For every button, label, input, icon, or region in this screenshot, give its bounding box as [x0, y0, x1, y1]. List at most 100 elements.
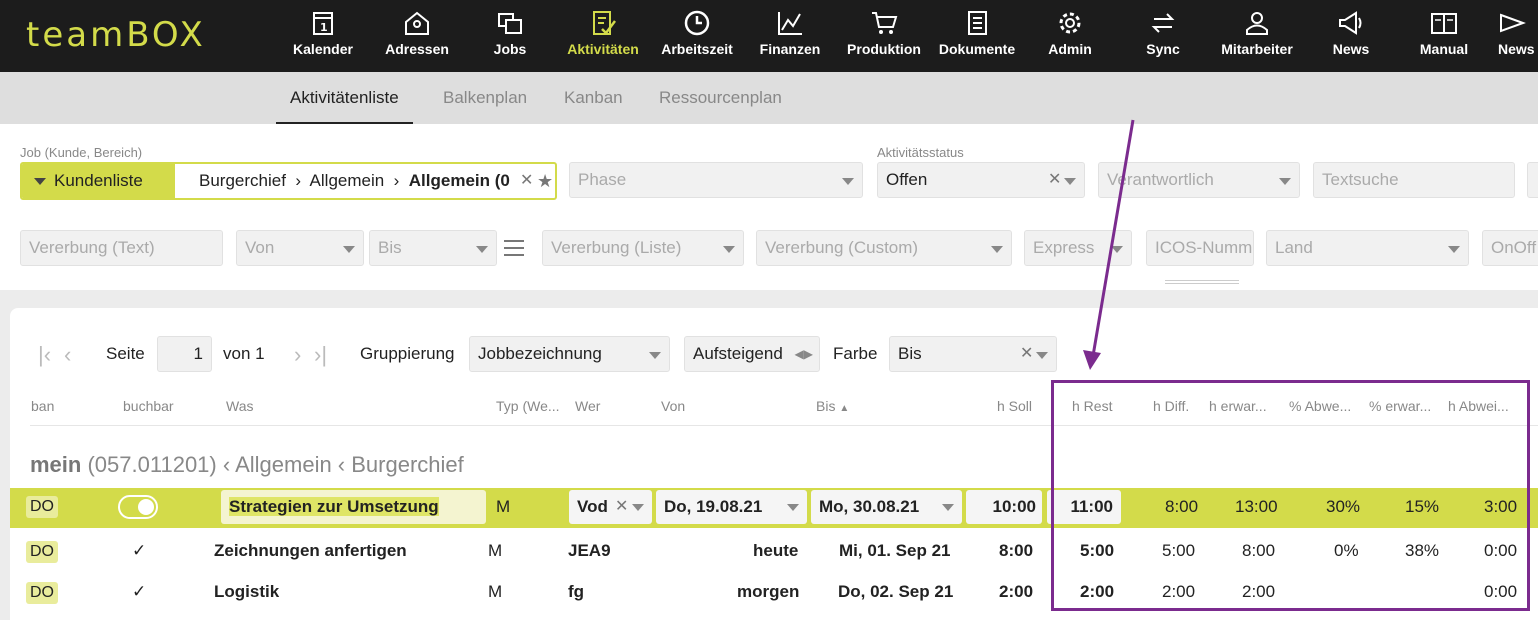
chart-icon: [778, 12, 802, 35]
bis-select[interactable]: Bis: [369, 230, 497, 266]
col-ban[interactable]: ban: [31, 398, 54, 414]
von-select[interactable]: Von: [236, 230, 364, 266]
tab-aktivitaetenliste[interactable]: Aktivitätenliste: [276, 72, 413, 124]
buchbar-toggle[interactable]: [118, 495, 158, 519]
calendar-icon: 1: [313, 12, 333, 35]
clear-icon[interactable]: ✕: [520, 164, 533, 198]
status-badge: DO: [26, 496, 58, 518]
buchbar-check-icon: ✓: [132, 582, 147, 601]
clear-icon[interactable]: ✕: [1048, 163, 1061, 197]
h-soll-value: 8:00: [999, 541, 1034, 560]
vererbung-liste-select[interactable]: Vererbung (Liste): [542, 230, 744, 266]
nav-admin[interactable]: Admin: [1045, 0, 1095, 72]
job-filter[interactable]: Kundenliste Burgerchief › Allgemein › Al…: [20, 162, 557, 200]
job-filter-label: Job (Kunde, Bereich): [20, 145, 143, 160]
was-input[interactable]: Strategien zur Umsetzung: [221, 490, 486, 524]
tab-kanban[interactable]: Kanban: [550, 72, 637, 124]
col-was[interactable]: Was: [226, 398, 253, 414]
kundenliste-button[interactable]: Kundenliste: [22, 164, 175, 198]
star-icon[interactable]: ★: [537, 164, 553, 198]
page-input[interactable]: 1: [157, 336, 212, 372]
bis-date-select[interactable]: Mo, 30.08.21: [811, 490, 962, 524]
h-soll-value: 2:00: [999, 582, 1034, 601]
sort-asc-icon: ▲: [839, 403, 850, 414]
gear-icon: [1059, 12, 1081, 34]
chevron-down-icon: [1111, 246, 1123, 253]
filter-panel: Job (Kunde, Bereich) Kundenliste Burgerc…: [0, 124, 1538, 290]
clear-icon[interactable]: ✕: [615, 490, 628, 524]
verantwortlich-select[interactable]: Verantwortlich: [1098, 162, 1300, 198]
job-path: Burgerchief › Allgemein › Allgemein (0: [199, 171, 510, 190]
user-icon: [1246, 12, 1268, 35]
nav-aktivitaeten[interactable]: Aktivitäten: [563, 0, 643, 72]
nav-sync[interactable]: Sync: [1143, 0, 1183, 72]
land-select[interactable]: Land: [1266, 230, 1469, 266]
col-von[interactable]: Von: [661, 398, 685, 414]
chevron-down-icon: [842, 178, 854, 185]
onoff-select[interactable]: OnOff: [1482, 230, 1538, 266]
nav-arbeitszeit[interactable]: Arbeitszeit: [657, 0, 737, 72]
was-value: Zeichnungen anfertigen: [214, 541, 407, 560]
col-bis[interactable]: Bis ▲: [816, 398, 849, 414]
tab-ressourcenplan[interactable]: Ressourcenplan: [645, 72, 796, 124]
express-select[interactable]: Express: [1024, 230, 1132, 266]
prev-page-icon[interactable]: ‹: [64, 342, 71, 368]
col-buchbar[interactable]: buchbar: [123, 398, 174, 414]
nav-dokumente[interactable]: Dokumente: [936, 0, 1018, 72]
dropdown-triangle-icon: [34, 178, 46, 185]
tab-balkenplan[interactable]: Balkenplan: [429, 72, 541, 124]
chevron-down-icon: [1064, 178, 1076, 185]
last-page-icon[interactable]: ›|: [314, 342, 327, 368]
megaphone-icon: [1339, 11, 1362, 35]
checklist-icon: [593, 11, 616, 35]
more-filter-box[interactable]: [1527, 162, 1538, 198]
resize-handle[interactable]: [1165, 280, 1239, 284]
nav-mitarbeiter[interactable]: Mitarbeiter: [1217, 0, 1297, 72]
nav-kalender[interactable]: 1 Kalender: [290, 0, 356, 72]
next-page-icon[interactable]: ›: [294, 342, 301, 368]
col-wer[interactable]: Wer: [575, 398, 600, 414]
vererbung-text-input[interactable]: Vererbung (Text): [20, 230, 223, 266]
nav-newsletter[interactable]: News: [1498, 0, 1538, 72]
chevron-down-icon: [1448, 246, 1460, 253]
textsuche-input[interactable]: Textsuche: [1313, 162, 1515, 198]
first-page-icon[interactable]: |‹: [38, 342, 51, 368]
nav-manual[interactable]: Manual: [1416, 0, 1472, 72]
nav-produktion[interactable]: Produktion: [844, 0, 924, 72]
chevron-down-icon: [343, 246, 355, 253]
farbe-select[interactable]: Bis ✕: [889, 336, 1057, 372]
mail-icon: [1500, 13, 1526, 33]
status-select[interactable]: Offen ✕: [877, 162, 1085, 198]
seite-label: Seite: [106, 344, 145, 363]
typ-value: M: [488, 582, 503, 601]
typ-value: M: [496, 497, 511, 516]
nav-news[interactable]: News: [1328, 0, 1374, 72]
col-h-soll[interactable]: h Soll: [997, 398, 1032, 414]
location-house-icon: [405, 11, 429, 35]
chevron-down-icon: [1036, 352, 1048, 359]
chevron-down-icon: [476, 246, 488, 253]
group-header[interactable]: mein (057.011201) ‹ Allgemein ‹ Burgerch…: [30, 452, 464, 478]
typ-value: M: [488, 541, 503, 560]
icos-input[interactable]: ICOS-Numm: [1146, 230, 1254, 266]
phase-select[interactable]: Phase: [569, 162, 863, 198]
nav-finanzen[interactable]: Finanzen: [757, 0, 823, 72]
nav-adressen[interactable]: Adressen: [382, 0, 452, 72]
von-date-select[interactable]: Do, 19.08.21: [656, 490, 807, 524]
top-navigation-bar: teamBOX 1 Kalender Adressen Jobs Aktivit…: [0, 0, 1538, 72]
clear-icon[interactable]: ✕: [1020, 337, 1033, 371]
chevron-down-icon: [632, 504, 644, 511]
sub-navigation: Aktivitätenliste Balkenplan Kanban Resso…: [0, 72, 1538, 124]
bis-value: Mi, 01. Sep 21: [839, 541, 951, 560]
sort-toggle[interactable]: Aufsteigend ◀▶: [684, 336, 820, 372]
chevron-down-icon: [991, 246, 1003, 253]
teambox-logo[interactable]: teamBOX: [26, 15, 206, 55]
gruppierung-select[interactable]: Jobbezeichnung: [469, 336, 670, 372]
menu-icon[interactable]: [504, 240, 524, 258]
vererbung-custom-select[interactable]: Vererbung (Custom): [756, 230, 1012, 266]
nav-jobs[interactable]: Jobs: [488, 0, 532, 72]
chevron-down-icon: [649, 352, 661, 359]
col-typ[interactable]: Typ (We...: [496, 398, 560, 414]
h-soll-input[interactable]: 10:00: [966, 490, 1042, 524]
wer-select[interactable]: Vod ✕: [569, 490, 652, 524]
